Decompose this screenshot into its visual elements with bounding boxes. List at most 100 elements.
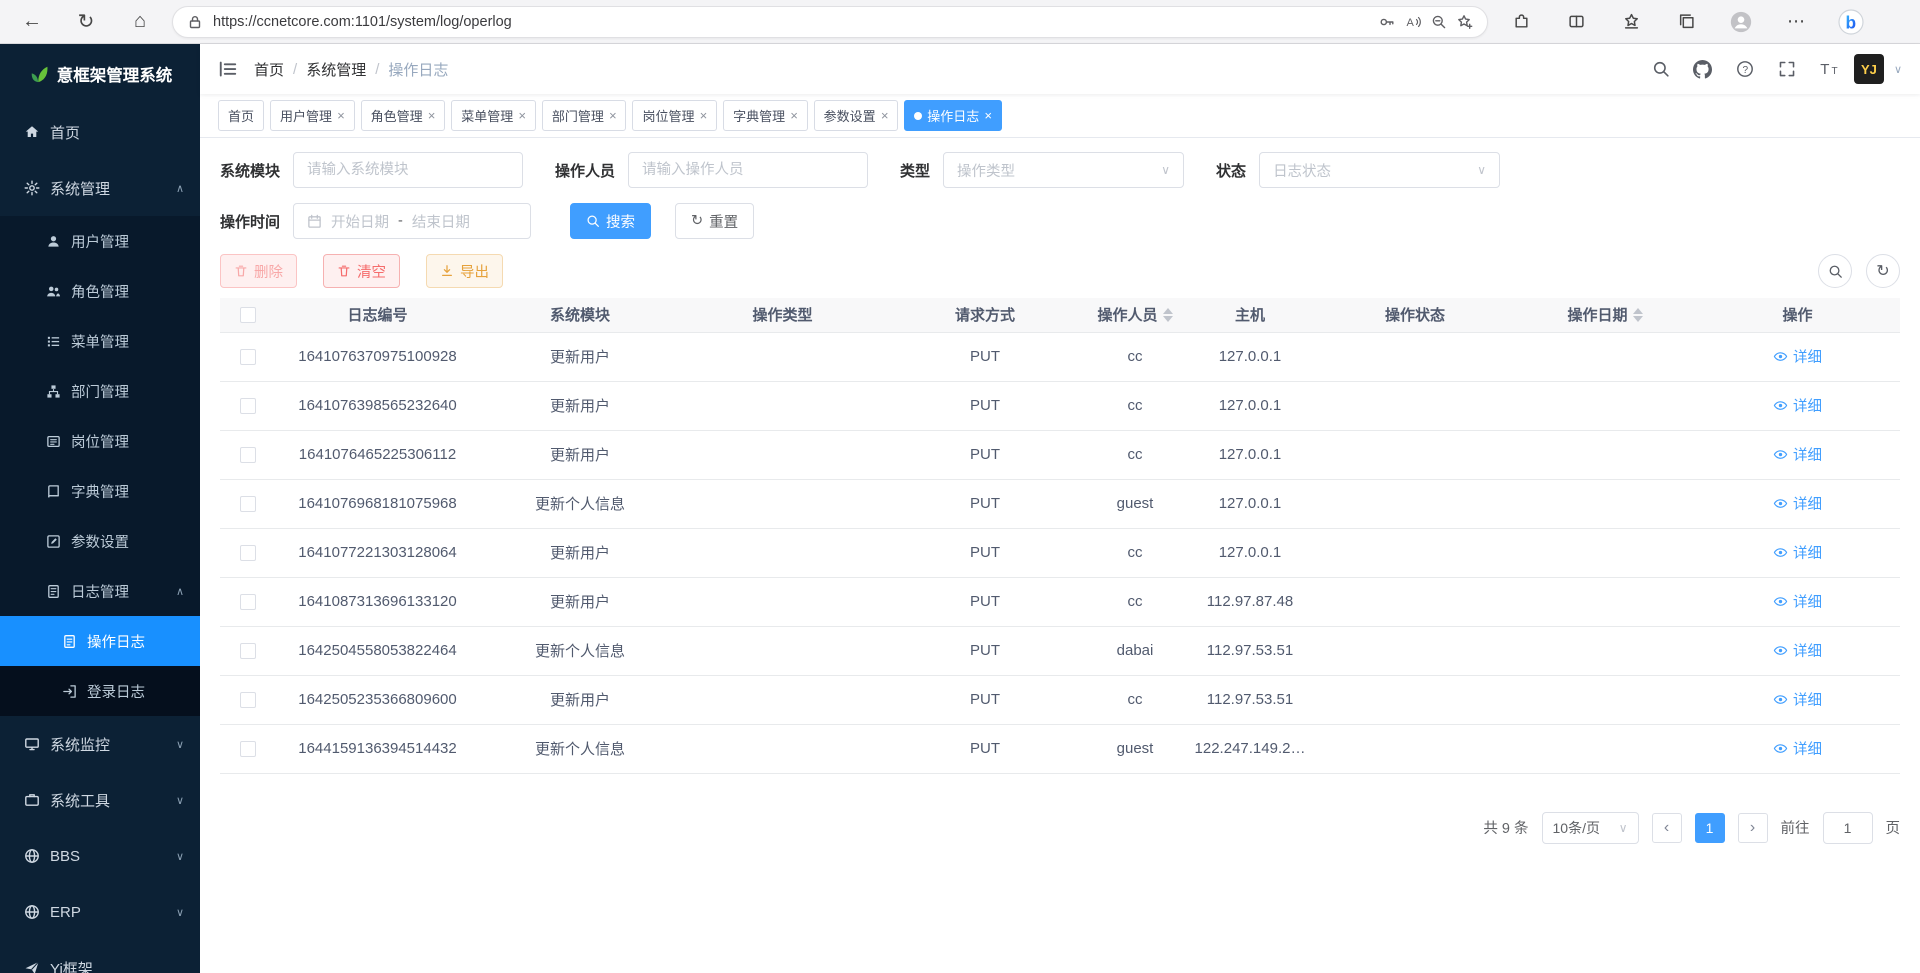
date-range-picker[interactable]: 开始日期 - 结束日期 xyxy=(293,203,531,239)
search-icon[interactable] xyxy=(1644,52,1678,86)
tab-menu-mgmt[interactable]: 菜单管理× xyxy=(451,100,536,131)
row-checkbox[interactable] xyxy=(240,349,256,365)
detail-link[interactable]: 详细 xyxy=(1773,738,1822,759)
column-operator[interactable]: 操作人员 xyxy=(1085,298,1185,332)
sidebar-item-dept-mgmt[interactable]: 部门管理 xyxy=(0,366,200,416)
detail-link[interactable]: 详细 xyxy=(1773,591,1822,612)
detail-link[interactable]: 详细 xyxy=(1773,689,1822,710)
column-date[interactable]: 操作日期 xyxy=(1515,298,1695,332)
search-button[interactable]: 搜索 xyxy=(570,203,651,239)
sort-icon[interactable] xyxy=(1163,308,1173,322)
export-button[interactable]: 导出 xyxy=(426,254,503,288)
split-screen-icon[interactable] xyxy=(1554,4,1598,40)
font-size-icon[interactable]: TT xyxy=(1812,52,1846,86)
tab-dict-mgmt[interactable]: 字典管理× xyxy=(723,100,808,131)
zoom-out-icon[interactable] xyxy=(1431,14,1447,30)
status-select[interactable]: 日志状态 ∨ xyxy=(1259,152,1500,188)
address-bar[interactable]: https://ccnetcore.com:1101/system/log/op… xyxy=(172,6,1488,38)
tab-close-icon[interactable]: × xyxy=(984,109,992,122)
tab-param-settings[interactable]: 参数设置× xyxy=(814,100,899,131)
sidebar-item-yi-framework[interactable]: Yi框架 xyxy=(0,940,200,973)
delete-button[interactable]: 删除 xyxy=(220,254,297,288)
avatar-dropdown-caret-icon[interactable]: ∨ xyxy=(1894,63,1902,76)
tab-close-icon[interactable]: × xyxy=(428,109,436,122)
github-icon[interactable] xyxy=(1686,52,1720,86)
tab-close-icon[interactable]: × xyxy=(699,109,707,122)
next-page-button[interactable]: › xyxy=(1738,813,1768,843)
detail-link[interactable]: 详细 xyxy=(1773,346,1822,367)
tab-role-mgmt[interactable]: 角色管理× xyxy=(361,100,446,131)
sidebar-item-home[interactable]: 首页 xyxy=(0,104,200,160)
browser-more-icon[interactable]: ⋯ xyxy=(1774,4,1818,40)
row-checkbox[interactable] xyxy=(240,447,256,463)
add-favorite-star-icon[interactable] xyxy=(1457,14,1473,30)
sidebar-item-system-monitor[interactable]: 系统监控 ∨ xyxy=(0,716,200,772)
sidebar-item-post-mgmt[interactable]: 岗位管理 xyxy=(0,416,200,466)
sort-icon[interactable] xyxy=(1633,308,1643,322)
tab-close-icon[interactable]: × xyxy=(609,109,617,122)
module-input[interactable] xyxy=(293,152,523,188)
tab-home[interactable]: 首页 xyxy=(218,100,264,131)
tab-close-icon[interactable]: × xyxy=(518,109,526,122)
breadcrumb-home[interactable]: 首页 xyxy=(254,59,284,80)
tab-operation-log[interactable]: 操作日志× xyxy=(904,100,1002,131)
sidebar-item-user-mgmt[interactable]: 用户管理 xyxy=(0,216,200,266)
app-logo[interactable]: 意框架管理系统 xyxy=(0,44,200,104)
refresh-table-button[interactable]: ↻ xyxy=(1866,254,1900,288)
row-checkbox[interactable] xyxy=(240,496,256,512)
sidebar-item-role-mgmt[interactable]: 角色管理 xyxy=(0,266,200,316)
sidebar-item-system-tools[interactable]: 系统工具 ∨ xyxy=(0,772,200,828)
sidebar-item-param-settings[interactable]: 参数设置 xyxy=(0,516,200,566)
tab-post-mgmt[interactable]: 岗位管理× xyxy=(632,100,717,131)
extensions-icon[interactable] xyxy=(1499,4,1543,40)
row-checkbox[interactable] xyxy=(240,692,256,708)
sidebar-item-operation-log[interactable]: 操作日志 xyxy=(0,616,200,666)
operator-input[interactable] xyxy=(628,152,868,188)
sidebar-item-erp[interactable]: ERP ∨ xyxy=(0,884,200,940)
row-checkbox[interactable] xyxy=(240,741,256,757)
browser-profile-avatar[interactable] xyxy=(1719,4,1763,40)
select-all-checkbox[interactable] xyxy=(240,307,256,323)
browser-back-icon[interactable]: ← xyxy=(10,4,54,40)
sidebar-item-dict-mgmt[interactable]: 字典管理 xyxy=(0,466,200,516)
browser-home-icon[interactable]: ⌂ xyxy=(118,4,162,40)
user-avatar[interactable]: YJ xyxy=(1854,54,1884,84)
fullscreen-icon[interactable] xyxy=(1770,52,1804,86)
row-checkbox[interactable] xyxy=(240,545,256,561)
sidebar-item-system[interactable]: 系统管理 ∧ xyxy=(0,160,200,216)
row-checkbox[interactable] xyxy=(240,643,256,659)
page-number-1[interactable]: 1 xyxy=(1695,813,1725,843)
breadcrumb-system[interactable]: 系统管理 xyxy=(306,59,366,80)
collections-icon[interactable] xyxy=(1664,4,1708,40)
sidebar-item-login-log[interactable]: 登录日志 xyxy=(0,666,200,716)
type-select[interactable]: 操作类型 ∨ xyxy=(943,152,1184,188)
detail-link[interactable]: 详细 xyxy=(1773,493,1822,514)
toggle-search-button[interactable] xyxy=(1818,254,1852,288)
browser-refresh-icon[interactable]: ↻ xyxy=(64,4,108,40)
row-checkbox[interactable] xyxy=(240,398,256,414)
collapse-sidebar-icon[interactable] xyxy=(218,59,238,79)
tab-close-icon[interactable]: × xyxy=(881,109,889,122)
row-checkbox[interactable] xyxy=(240,594,256,610)
prev-page-button[interactable]: ‹ xyxy=(1652,813,1682,843)
detail-link[interactable]: 详细 xyxy=(1773,640,1822,661)
clear-button[interactable]: 清空 xyxy=(323,254,400,288)
tab-user-mgmt[interactable]: 用户管理× xyxy=(270,100,355,131)
favorites-bar-icon[interactable] xyxy=(1609,4,1653,40)
sidebar-item-menu-mgmt[interactable]: 菜单管理 xyxy=(0,316,200,366)
sidebar-item-log-mgmt[interactable]: 日志管理 ∧ xyxy=(0,566,200,616)
read-aloud-icon[interactable]: A xyxy=(1405,14,1421,30)
reset-button[interactable]: ↻ 重置 xyxy=(675,203,754,239)
tab-close-icon[interactable]: × xyxy=(337,109,345,122)
password-key-icon[interactable] xyxy=(1379,14,1395,30)
bing-icon[interactable]: b xyxy=(1829,4,1873,40)
sidebar-item-bbs[interactable]: BBS ∨ xyxy=(0,828,200,884)
detail-link[interactable]: 详细 xyxy=(1773,542,1822,563)
help-icon[interactable]: ? xyxy=(1728,52,1762,86)
tab-close-icon[interactable]: × xyxy=(790,109,798,122)
page-size-select[interactable]: 10条/页 ∨ xyxy=(1542,812,1639,844)
detail-link[interactable]: 详细 xyxy=(1773,444,1822,465)
detail-link[interactable]: 详细 xyxy=(1773,395,1822,416)
tab-dept-mgmt[interactable]: 部门管理× xyxy=(542,100,627,131)
goto-page-input[interactable] xyxy=(1823,812,1873,844)
